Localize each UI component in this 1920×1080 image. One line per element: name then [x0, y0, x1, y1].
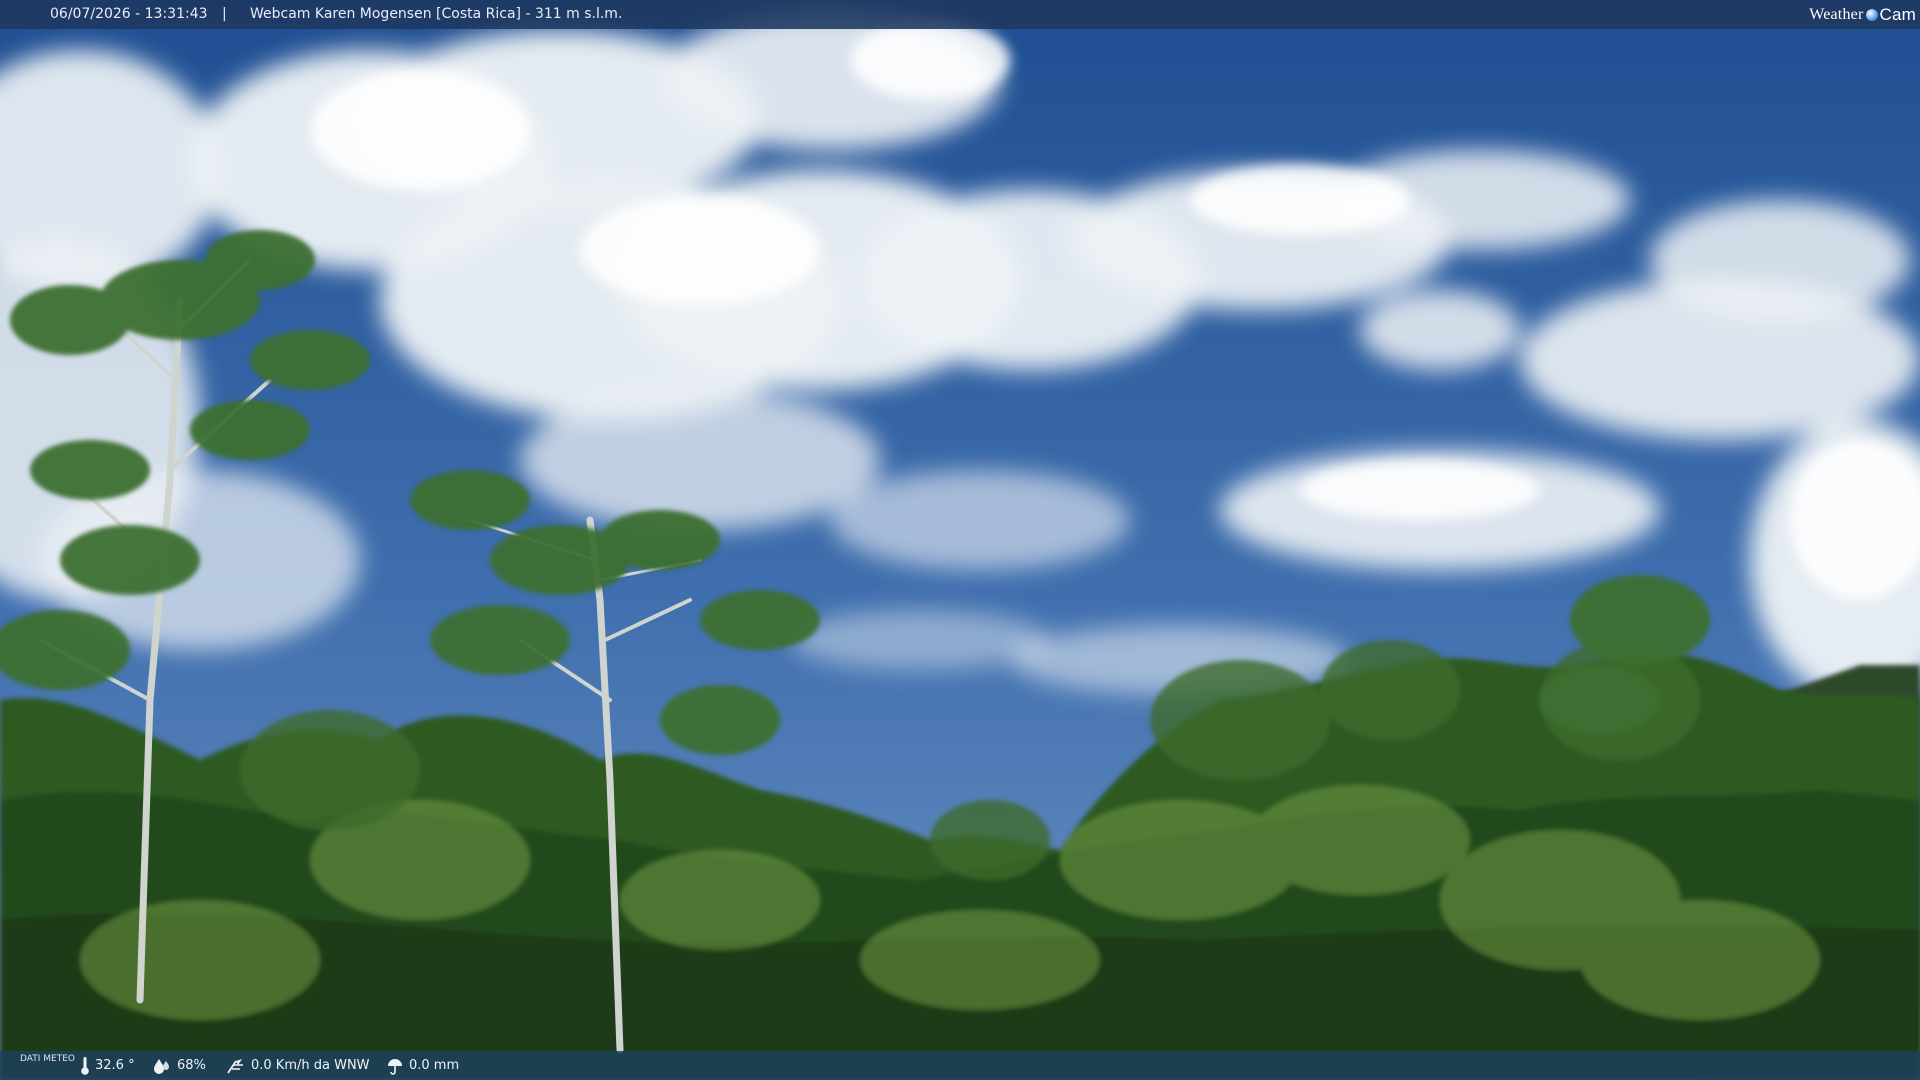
globe-dot-icon	[1865, 8, 1878, 21]
title-banner: 06/07/2026 - 13:31:43 | Webcam Karen Mog…	[0, 0, 1920, 29]
weather-label: DATI METEO	[20, 1054, 75, 1064]
wind-value: 0.0 Km/h da WNW	[251, 1058, 370, 1073]
logo-word-cam: Cam	[1879, 5, 1916, 24]
wind-reading: 0.0 Km/h da WNW	[226, 1051, 370, 1080]
wind-icon	[227, 1058, 243, 1073]
humidity-drop-icon	[154, 1058, 169, 1074]
thermometer-icon	[81, 1056, 89, 1075]
temperature-value: 32.6 °	[95, 1058, 135, 1073]
logo-word-weather: Weather	[1809, 6, 1864, 23]
separator: |	[222, 6, 227, 22]
webcam-title: Webcam Karen Mogensen [Costa Rica] - 311…	[250, 6, 623, 22]
timestamp: 06/07/2026 - 13:31:43	[50, 6, 208, 22]
temperature-reading: 32.6 °	[80, 1051, 135, 1080]
humidity-value: 68%	[177, 1058, 206, 1073]
weather-data-bar: DATI METEO 32.6 ° 68% 0.0 Km/h da WNW 0.…	[0, 1051, 1920, 1080]
rain-reading: 0.0 mm	[386, 1051, 459, 1080]
humidity-reading: 68%	[152, 1051, 206, 1080]
webcam-image	[0, 0, 1920, 1080]
weathercam-logo[interactable]: Weather Cam	[1809, 2, 1916, 27]
rain-icon	[388, 1058, 402, 1075]
rain-value: 0.0 mm	[409, 1058, 460, 1073]
